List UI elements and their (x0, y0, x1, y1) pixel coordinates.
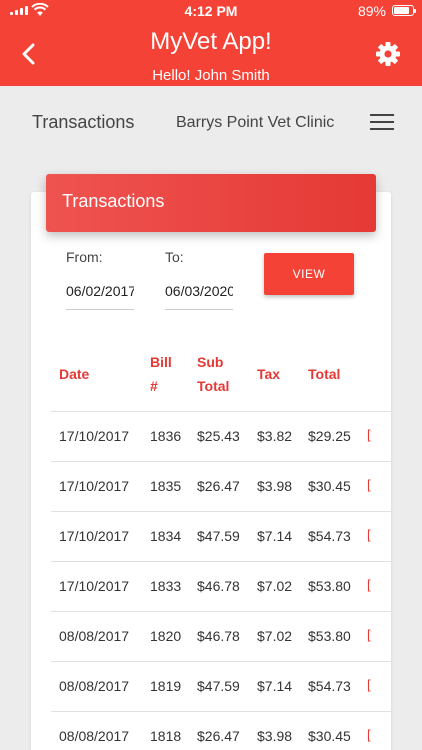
cell-total: $53.80 (308, 628, 351, 644)
current-section-title: Transactions (32, 112, 135, 132)
view-button[interactable]: VIEW (264, 253, 354, 295)
app-header: MyVet App! Hello! John Smith (0, 22, 422, 86)
header-total: Total (308, 366, 341, 382)
cell-date: 17/10/2017 (59, 428, 130, 444)
cell-subtotal: $26.47 (197, 478, 240, 494)
status-bar: 4:12 PM 89% (0, 0, 422, 22)
row-action-button[interactable]: [ (367, 527, 371, 542)
from-date-field[interactable]: From: 06/02/2017 (66, 249, 134, 310)
table-row[interactable]: 17/10/2017 1833 $46.78 $7.02 $53.80 [ (51, 562, 391, 612)
cell-date: 17/10/2017 (59, 528, 130, 544)
cell-subtotal: $47.59 (197, 528, 240, 544)
cell-total: $53.80 (308, 578, 351, 594)
header-date: Date (59, 366, 90, 382)
table-row[interactable]: 08/08/2017 1818 $26.47 $3.98 $30.45 [ (51, 712, 391, 750)
cell-tax: $3.98 (257, 728, 293, 744)
table-row[interactable]: 17/10/2017 1835 $26.47 $3.98 $30.45 [ (51, 462, 391, 512)
table-body: 17/10/2017 1836 $25.43 $3.82 $29.25 [17/10/20… (51, 412, 391, 750)
to-label: To: (165, 249, 184, 265)
cell-total: $30.45 (308, 728, 351, 744)
cell-subtotal: $46.78 (197, 628, 240, 644)
cell-total: $54.73 (308, 528, 351, 544)
cell-tax: $3.98 (257, 478, 293, 494)
cell-subtotal: $26.47 (197, 728, 240, 744)
cell-tax: $7.02 (257, 578, 293, 594)
cell-bill: 1820 (150, 628, 182, 644)
cell-date: 08/08/2017 (59, 728, 130, 744)
cell-date: 08/08/2017 (59, 628, 130, 644)
gear-icon (376, 42, 400, 66)
cell-subtotal: $25.43 (197, 428, 240, 444)
cell-bill: 1835 (150, 478, 182, 494)
card-title: Transactions (46, 174, 376, 232)
cell-bill: 1818 (150, 728, 182, 744)
cell-date: 17/10/2017 (59, 478, 130, 494)
header-tax: Tax (257, 366, 281, 382)
to-date-input[interactable]: 06/03/2020 (165, 283, 233, 310)
row-action-button[interactable]: [ (367, 477, 371, 492)
cell-subtotal: $46.78 (197, 578, 240, 594)
table-row[interactable]: 08/08/2017 1820 $46.78 $7.02 $53.80 [ (51, 612, 391, 662)
cell-date: 17/10/2017 (59, 578, 130, 594)
battery-icon (392, 5, 416, 16)
cell-tax: $3.82 (257, 428, 293, 444)
row-action-button[interactable]: [ (367, 577, 371, 592)
sub-navigation: Transactions Barrys Point Vet Clinic (0, 86, 422, 158)
row-action-button[interactable]: [ (367, 677, 371, 692)
cell-total: $54.73 (308, 678, 351, 694)
cell-tax: $7.02 (257, 628, 293, 644)
table-row[interactable]: 08/08/2017 1819 $47.59 $7.14 $54.73 [ (51, 662, 391, 712)
table-row[interactable]: 17/10/2017 1834 $47.59 $7.14 $54.73 [ (51, 512, 391, 562)
row-action-button[interactable]: [ (367, 427, 371, 442)
from-label: From: (66, 249, 103, 265)
hamburger-menu-icon[interactable] (370, 114, 394, 132)
cell-bill: 1819 (150, 678, 182, 694)
cell-bill: 1836 (150, 428, 182, 444)
cell-bill: 1833 (150, 578, 182, 594)
header-subtotal: Sub Total (197, 354, 230, 394)
cell-bill: 1834 (150, 528, 182, 544)
app-title: MyVet App! (150, 28, 272, 55)
cell-total: $30.45 (308, 478, 351, 494)
battery-percentage: 89% (357, 3, 386, 19)
user-greeting: Hello! John Smith (152, 67, 270, 84)
cell-date: 08/08/2017 (59, 678, 130, 694)
cell-subtotal: $47.59 (197, 678, 240, 694)
row-action-button[interactable]: [ (367, 627, 371, 642)
table-row[interactable]: 17/10/2017 1836 $25.43 $3.82 $29.25 [ (51, 412, 391, 462)
transactions-card: From: 06/02/2017 To: 06/03/2020 VIEW Dat… (31, 192, 391, 750)
clinic-name[interactable]: Barrys Point Vet Clinic (176, 114, 334, 132)
cell-tax: $7.14 (257, 678, 293, 694)
transactions-table: Date Bill # Sub Total Tax Total 17/10/20… (51, 338, 391, 750)
table-header: Date Bill # Sub Total Tax Total (51, 338, 391, 412)
to-date-field[interactable]: To: 06/03/2020 (165, 249, 233, 310)
cell-total: $29.25 (308, 428, 351, 444)
from-date-input[interactable]: 06/02/2017 (66, 283, 134, 310)
settings-button[interactable] (374, 40, 402, 68)
cell-tax: $7.14 (257, 528, 293, 544)
row-action-button[interactable]: [ (367, 727, 371, 742)
header-bill-number: Bill # (150, 354, 172, 394)
